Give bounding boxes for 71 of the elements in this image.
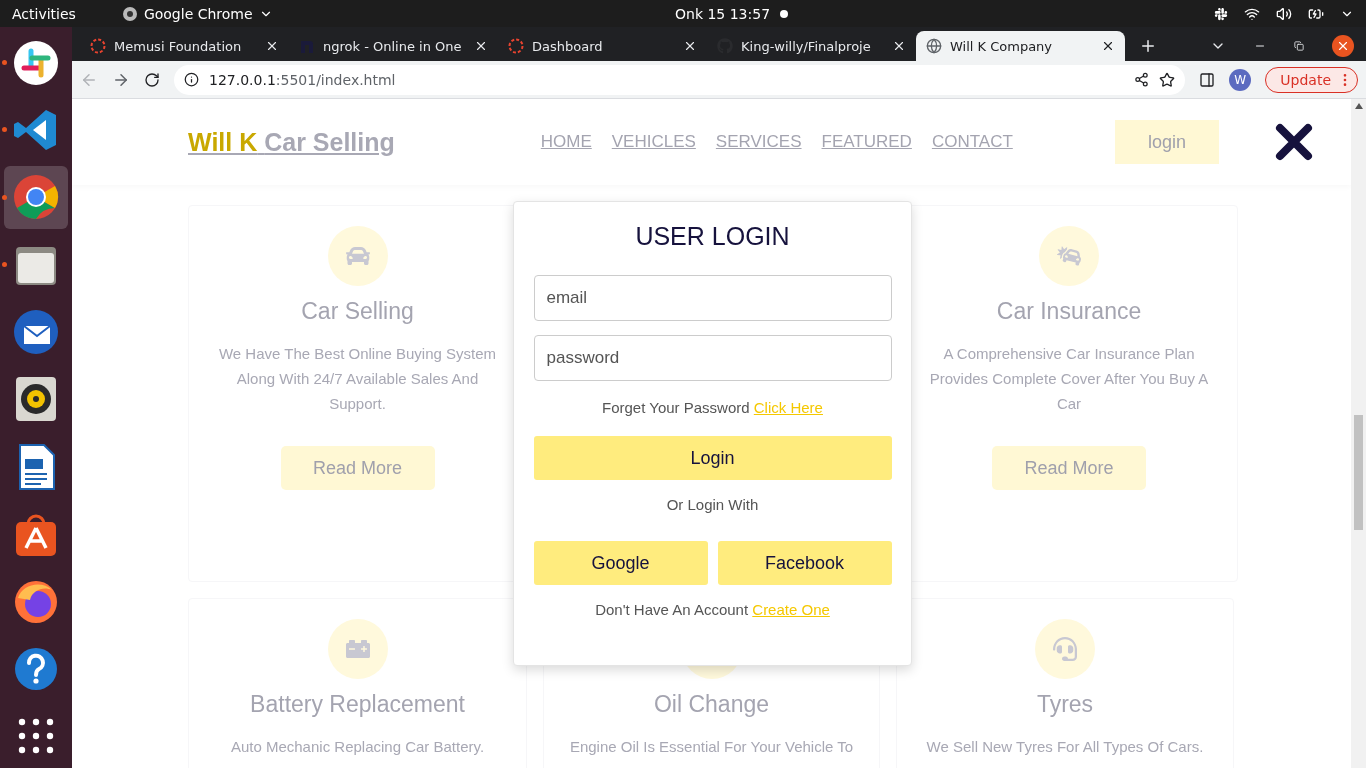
scrollbar[interactable]	[1351, 99, 1366, 768]
social-login-button[interactable]: Facebook	[717, 541, 892, 585]
close-icon[interactable]	[892, 39, 906, 53]
side-panel-icon[interactable]	[1199, 71, 1216, 88]
car-icon	[345, 244, 370, 268]
browser-icon[interactable]	[12, 173, 60, 222]
nav-link[interactable]: HOME	[540, 132, 592, 152]
profile-avatar[interactable]: W	[1229, 68, 1252, 91]
dialog-title: USER LOGIN	[635, 222, 790, 251]
activities-button[interactable]: Activities	[12, 5, 76, 22]
notification-dot-icon	[780, 9, 789, 18]
browser-tab[interactable]: Dashboard	[498, 31, 707, 61]
scroll-up-icon[interactable]	[1354, 103, 1363, 109]
social-login-button[interactable]: Google	[533, 541, 708, 585]
dock-slot[interactable]	[4, 165, 68, 230]
bookmark-star-icon[interactable]	[1159, 71, 1176, 88]
browser-tab[interactable]: King-willy/Finalproje	[707, 31, 916, 61]
nav-link[interactable]: VEHICLES	[611, 132, 696, 152]
login-button[interactable]: login	[1115, 120, 1219, 164]
car-crash-icon	[1057, 244, 1081, 268]
browser-tab[interactable]: Will K Company	[916, 31, 1125, 61]
browser-tab[interactable]: ngrok - Online in One	[289, 31, 498, 61]
globe-icon	[926, 38, 942, 54]
browser-icon	[121, 5, 138, 22]
car-battery-icon	[345, 637, 370, 661]
card-text: Engine Oil Is Essential For Your Vehicle To	[569, 737, 854, 757]
close-icon[interactable]	[265, 39, 279, 53]
restore-icon[interactable]	[1294, 41, 1304, 51]
or-login-with-text: Or Login With	[666, 496, 759, 513]
nav-link[interactable]: SERVICES	[715, 132, 802, 152]
card-title: Oil Change	[653, 691, 770, 718]
dotted-ring-icon	[90, 38, 106, 54]
scrollbar-thumb[interactable]	[1354, 415, 1363, 530]
share-icon[interactable]	[1134, 72, 1150, 87]
chat-tray-icon[interactable]	[1214, 6, 1228, 21]
chat-app-icon[interactable]	[12, 38, 60, 87]
email-field[interactable]: email	[533, 275, 892, 321]
card-text: Auto Mechanic Replacing Car Battery.	[230, 737, 485, 757]
mail-icon[interactable]	[12, 308, 60, 357]
reload-icon[interactable]	[144, 71, 160, 88]
card-title: Car Insurance	[996, 298, 1142, 325]
address-bar[interactable]: 127.0.0.1:5501/index.html	[174, 64, 1186, 95]
new-tab-icon[interactable]	[1139, 37, 1157, 55]
info-icon[interactable]	[184, 72, 199, 87]
login-button[interactable]: Login	[533, 436, 892, 480]
close-window-button[interactable]	[1332, 35, 1354, 57]
card-title: Battery Replacement	[250, 691, 465, 718]
card-title: Tyres	[1036, 691, 1094, 718]
card-text: We Have The Best Online Buying System Along With 24/7 Available Sales And Support.	[217, 344, 498, 414]
close-icon[interactable]	[1275, 123, 1313, 161]
card-text: A Comprehensive Car Insurance Plan Provides Complete Cover After You Buy A Car	[928, 344, 1210, 414]
card-text: We Sell New Tyres For All Types Of Cars.	[926, 737, 1204, 757]
forgot-password-text: Forget Your Password Click Here	[602, 399, 823, 416]
volume-icon[interactable]	[1276, 5, 1292, 22]
close-icon[interactable]	[474, 39, 488, 53]
nav-link[interactable]: CONTACT	[931, 132, 1013, 152]
read-more-button[interactable]: Read More	[280, 446, 435, 490]
close-icon	[1336, 39, 1350, 53]
close-icon[interactable]	[1101, 39, 1115, 53]
browser-tab[interactable]: Memusi Foundation	[80, 31, 289, 61]
dotted-ring-icon	[508, 38, 524, 54]
app-grid-icon[interactable]	[18, 718, 54, 755]
password-field[interactable]: password	[533, 335, 892, 381]
headset-icon	[1053, 637, 1077, 661]
app-menu[interactable]: Google Chrome	[143, 5, 253, 22]
close-icon[interactable]	[683, 39, 697, 53]
clock[interactable]: Onk 15 13:57	[675, 5, 771, 22]
card-title: Car Selling	[301, 298, 414, 325]
signup-text: Don't Have An Account Create One	[595, 601, 830, 618]
nav-link[interactable]: FEATURED	[821, 132, 912, 152]
update-button[interactable]: Update	[1265, 66, 1358, 93]
